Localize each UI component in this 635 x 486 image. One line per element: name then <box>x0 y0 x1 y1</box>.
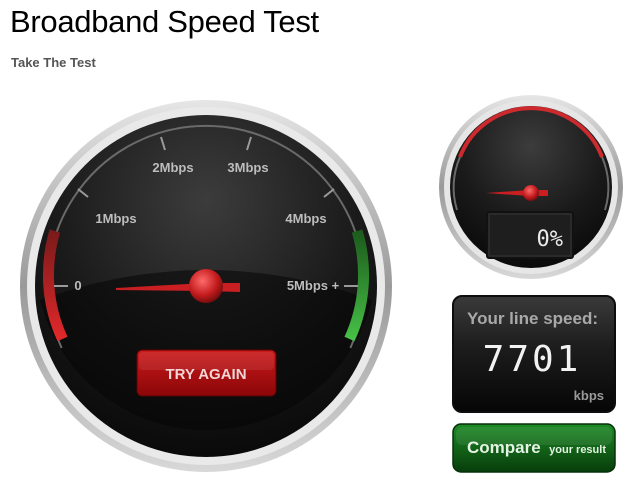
line-speed-value: 7701 <box>483 339 582 380</box>
line-speed-label: Your line speed: <box>467 309 598 328</box>
line-speed-panel: Your line speed: 7701 kbps <box>452 295 616 413</box>
compare-sub-label: your result <box>549 444 606 456</box>
main-tick-label: 3Mbps <box>227 160 268 175</box>
compare-main-label: Compare <box>467 438 541 457</box>
line-speed-unit: kbps <box>574 388 604 403</box>
progress-gauge: 0% <box>439 95 623 279</box>
speed-test-widget: 0 1Mbps 2Mbps 3Mbps 4Mbps 5Mbps + TRY AG… <box>20 95 623 473</box>
main-gauge-hub <box>189 269 223 303</box>
compare-result-button[interactable]: Compare your result <box>452 423 616 473</box>
main-tick-label: 1Mbps <box>95 211 136 226</box>
main-tick-label: 4Mbps <box>285 211 326 226</box>
main-tick-label: 5Mbps + <box>287 278 340 293</box>
main-tick-label: 0 <box>74 278 81 293</box>
progress-percent: 0% <box>537 227 564 252</box>
progress-gauge-hub <box>523 185 539 201</box>
try-again-button[interactable]: TRY AGAIN <box>136 349 277 397</box>
try-again-label: TRY AGAIN <box>165 366 246 383</box>
main-speed-gauge: 0 1Mbps 2Mbps 3Mbps 4Mbps 5Mbps + TRY AG… <box>20 100 392 472</box>
main-tick-label: 2Mbps <box>152 160 193 175</box>
